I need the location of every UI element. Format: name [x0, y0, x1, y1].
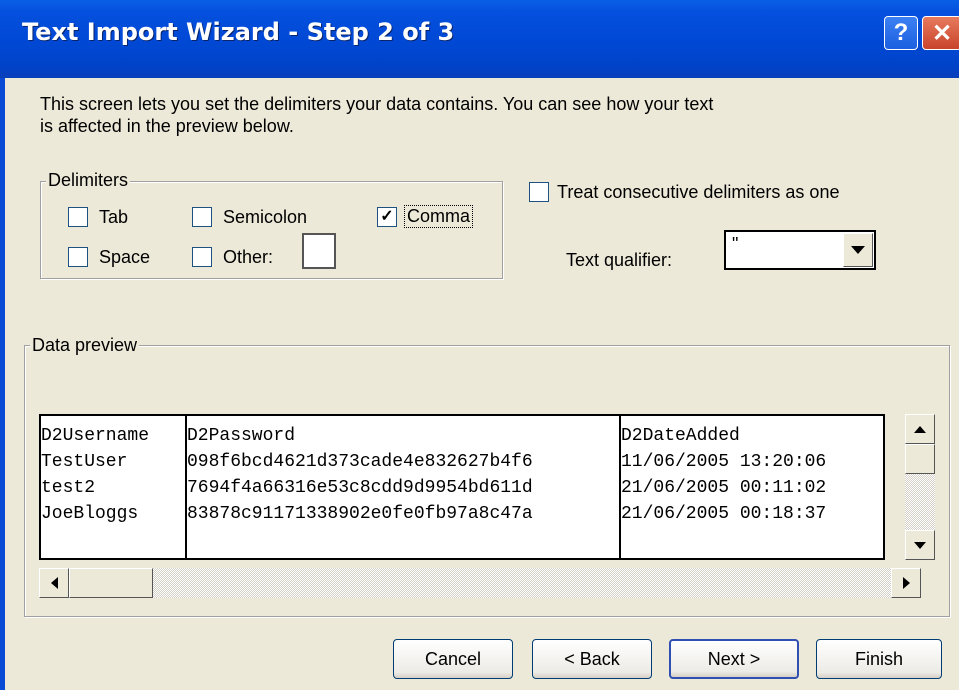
preview-cell: 21/06/2005 00:18:37: [621, 504, 827, 524]
help-icon: ?: [893, 19, 909, 46]
other-delimiter-input[interactable]: [302, 233, 336, 269]
tab-label[interactable]: Tab: [99, 207, 128, 228]
data-preview-table[interactable]: D2Username TestUser test2 JoeBloggs D2Pa…: [39, 414, 885, 560]
semicolon-label[interactable]: Semicolon: [223, 207, 307, 228]
close-button[interactable]: ✕: [922, 16, 959, 50]
space-label[interactable]: Space: [99, 247, 150, 268]
preview-cell: 83878c91171338902e0fe0fb97a8c47a: [187, 504, 533, 524]
back-button[interactable]: < Back: [532, 639, 652, 679]
arrow-up-icon: [914, 425, 926, 433]
preview-cell: D2Password: [187, 426, 296, 446]
consecutive-label[interactable]: Treat consecutive delimiters as one: [557, 182, 839, 203]
preview-cell: 21/06/2005 00:11:02: [621, 478, 827, 498]
scroll-down-button[interactable]: [905, 530, 935, 560]
scrollbar-corner: [921, 568, 935, 598]
preview-cell: 11/06/2005 13:20:06: [621, 452, 827, 472]
scroll-up-button[interactable]: [905, 414, 935, 444]
dropdown-button[interactable]: [843, 233, 873, 267]
next-button[interactable]: Next >: [669, 639, 799, 679]
arrow-left-icon: [50, 577, 58, 589]
arrow-down-icon: [914, 541, 926, 549]
data-preview-legend: Data preview: [30, 335, 140, 356]
scroll-track[interactable]: [905, 474, 935, 530]
help-button[interactable]: ?: [884, 16, 918, 50]
scroll-right-button[interactable]: [891, 568, 921, 598]
delimiters-legend: Delimiters: [46, 170, 131, 191]
close-icon: ✕: [931, 19, 953, 47]
comma-label[interactable]: Comma: [404, 205, 474, 228]
preview-column-1[interactable]: D2Username TestUser test2 JoeBloggs: [41, 416, 187, 558]
space-checkbox[interactable]: [68, 247, 88, 267]
comma-checkbox[interactable]: ✓: [377, 207, 397, 227]
scroll-thumb[interactable]: [905, 444, 935, 474]
horizontal-scrollbar[interactable]: [39, 568, 921, 598]
check-icon: ✓: [380, 208, 394, 225]
consecutive-checkbox[interactable]: [529, 182, 549, 202]
semicolon-checkbox[interactable]: [192, 207, 212, 227]
preview-cell: 098f6bcd4621d373cade4e832627b4f6: [187, 452, 533, 472]
vertical-scrollbar[interactable]: [905, 414, 935, 560]
scroll-left-button[interactable]: [39, 568, 69, 598]
preview-cell: D2DateAdded: [621, 426, 740, 446]
qualifier-value: ": [732, 234, 739, 254]
scroll-thumb[interactable]: [69, 568, 153, 598]
preview-cell: test2: [41, 478, 96, 498]
other-checkbox[interactable]: [192, 247, 212, 267]
arrow-right-icon: [902, 577, 910, 589]
cancel-button[interactable]: Cancel: [393, 639, 513, 679]
qualifier-label: Text qualifier:: [566, 250, 673, 270]
preview-cell: TestUser: [41, 452, 128, 472]
chevron-down-icon: [851, 246, 865, 254]
preview-column-2[interactable]: D2Password 098f6bcd4621d373cade4e832627b…: [187, 416, 621, 558]
tab-checkbox[interactable]: [68, 207, 88, 227]
finish-button[interactable]: Finish: [816, 639, 942, 679]
text-qualifier-select[interactable]: ": [724, 230, 876, 270]
intro-text: This screen lets you set the delimiters …: [40, 94, 714, 136]
other-label[interactable]: Other:: [223, 247, 273, 268]
window-title: Text Import Wizard - Step 2 of 3: [22, 18, 455, 46]
preview-cell: 7694f4a66316e53c8cdd9d9954bd611d: [187, 478, 533, 498]
window-frame: [0, 78, 5, 690]
preview-column-3[interactable]: D2DateAdded 11/06/2005 13:20:06 21/06/20…: [621, 416, 883, 558]
preview-cell: JoeBloggs: [41, 504, 139, 524]
preview-cell: D2Username: [41, 426, 150, 446]
